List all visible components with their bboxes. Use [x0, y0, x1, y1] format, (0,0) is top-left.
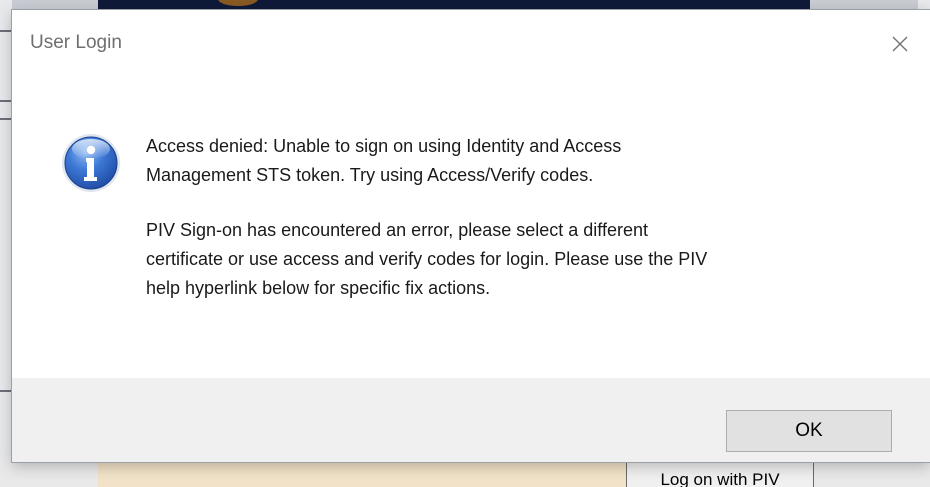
message-text: Access denied: Unable to sign on using I… [146, 132, 876, 329]
background-window-banner [98, 0, 810, 10]
dialog-content: Access denied: Unable to sign on using I… [12, 76, 930, 378]
message-paragraph-piv-error: PIV Sign-on has encountered an error, pl… [146, 220, 708, 298]
ok-button[interactable]: OK [726, 410, 892, 452]
message-paragraph-access-denied: Access denied: Unable to sign on using I… [146, 136, 622, 185]
close-button[interactable] [884, 28, 916, 60]
user-login-dialog: User Login Access denied: Unable to sign… [12, 10, 930, 462]
dialog-title: User Login [30, 32, 122, 53]
information-icon [62, 134, 120, 192]
background-divider [0, 30, 12, 32]
background-window-left-edge [0, 0, 12, 487]
background-divider [0, 390, 12, 392]
dialog-button-bar: OK [12, 378, 930, 462]
background-logo-fragment [218, 0, 258, 6]
close-icon [892, 36, 908, 52]
background-divider [0, 100, 12, 102]
background-divider [0, 118, 12, 120]
dialog-titlebar: User Login [12, 10, 930, 76]
log-on-with-piv-button[interactable]: Log on with PIV [626, 462, 814, 487]
